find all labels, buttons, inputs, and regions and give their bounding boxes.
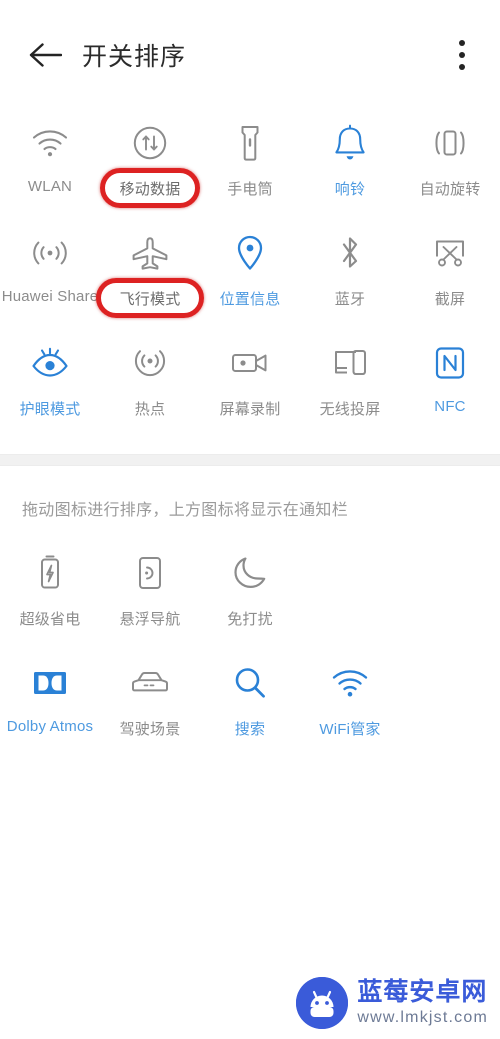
tile-label: 护眼模式: [19, 401, 81, 418]
bell-icon: [333, 120, 367, 166]
tile-mobile-data[interactable]: 移动数据: [100, 110, 200, 220]
tile-label: WiFi管家: [319, 721, 381, 738]
tile-eye-comfort[interactable]: 护眼模式: [0, 330, 100, 440]
tile-driving-mode[interactable]: 驾驶场景: [100, 650, 200, 760]
screen-record-icon: [230, 340, 270, 386]
active-toggles-grid: WLAN 移动数据 手电筒 响铃 自动旋转 Huawei Share 飞行模式 …: [0, 110, 500, 440]
floating-nav-icon: [136, 550, 164, 596]
tile-label: 响铃: [334, 181, 366, 198]
watermark-url: www.lmkjst.com: [357, 1009, 488, 1026]
tile-nfc[interactable]: NFC: [400, 330, 500, 440]
tile-label: 免打扰: [227, 611, 273, 628]
tile-auto-rotate[interactable]: 自动旋转: [400, 110, 500, 220]
quick-settings-reorder-screen: 开关排序 WLAN 移动数据 手电筒 响铃 自动旋转 Huawei Share …: [0, 0, 500, 1039]
section-separator: [0, 440, 500, 466]
back-arrow-icon: [28, 42, 62, 68]
driving-mode-car-icon: [129, 660, 171, 706]
tile-screen-record[interactable]: 屏幕录制: [200, 330, 300, 440]
more-vertical-icon-dot-1: [459, 40, 465, 46]
do-not-disturb-moon-icon: [233, 550, 267, 596]
available-toggles-grid: 超级省电 悬浮导航 免打扰 Dolby Atmos 驾驶场景 搜索 WiFi管家: [0, 526, 500, 760]
tile-bluetooth[interactable]: 蓝牙: [300, 220, 400, 330]
more-vertical-icon-dot-2: [459, 52, 465, 58]
flashlight-icon: [238, 120, 262, 166]
tile-wireless-cast[interactable]: 无线投屏: [300, 330, 400, 440]
tile-label: 位置信息: [219, 291, 281, 308]
tile-label: WLAN: [27, 178, 73, 195]
tile-label: 屏幕录制: [219, 401, 281, 418]
tile-label: 移动数据: [119, 181, 181, 198]
wifi-manager-icon: [331, 660, 369, 706]
tile-label: 飞行模式: [119, 291, 181, 308]
tile-label: NFC: [434, 398, 466, 415]
tile-label: 搜索: [234, 721, 266, 738]
tile-label: 无线投屏: [319, 401, 381, 418]
tile-label: Dolby Atmos: [6, 718, 94, 735]
bluetooth-icon: [337, 230, 363, 276]
tile-dolby-atmos[interactable]: Dolby Atmos: [0, 650, 100, 760]
tile-flashlight[interactable]: 手电筒: [200, 110, 300, 220]
tile-ring[interactable]: 响铃: [300, 110, 400, 220]
mobile-data-icon: [132, 120, 168, 166]
tile-airplane-mode[interactable]: 飞行模式: [96, 220, 204, 330]
tile-empty-5a: [400, 650, 500, 760]
dolby-atmos-icon: [29, 660, 71, 706]
back-button[interactable]: [22, 32, 68, 78]
app-header: 开关排序: [0, 0, 500, 110]
site-watermark: 蓝莓安卓网 www.lmkjst.com: [296, 977, 488, 1029]
tile-empty-4a: [300, 540, 400, 650]
overflow-menu-button[interactable]: [440, 32, 484, 78]
tile-search[interactable]: 搜索: [200, 650, 300, 760]
tile-label: 热点: [134, 401, 166, 418]
reorder-hint-text: 拖动图标进行排序，上方图标将显示在通知栏: [22, 502, 349, 519]
tile-label: 悬浮导航: [119, 611, 181, 628]
wireless-cast-icon: [331, 340, 369, 386]
tile-ultra-power-saving[interactable]: 超级省电: [0, 540, 100, 650]
auto-rotate-icon: [431, 120, 469, 166]
tile-wlan[interactable]: WLAN: [0, 110, 100, 220]
tile-screenshot[interactable]: 截屏: [400, 220, 500, 330]
watermark-title: 蓝莓安卓网: [357, 978, 488, 1006]
search-icon: [232, 660, 268, 706]
tile-wifi-manager[interactable]: WiFi管家: [300, 650, 400, 760]
watermark-text: 蓝莓安卓网 www.lmkjst.com: [357, 980, 488, 1026]
tile-label: 驾驶场景: [119, 721, 181, 738]
tile-empty-4b: [400, 540, 500, 650]
location-pin-icon: [235, 230, 265, 276]
page-title: 开关排序: [82, 43, 187, 71]
huawei-share-icon: [31, 230, 69, 276]
tile-label: Huawei Share: [1, 288, 99, 305]
tile-label: 蓝牙: [334, 291, 366, 308]
more-vertical-icon-dot-3: [459, 64, 465, 70]
tile-huawei-share[interactable]: Huawei Share: [0, 220, 100, 330]
airplane-icon: [130, 230, 170, 276]
tile-label: 手电筒: [227, 181, 273, 198]
wifi-icon: [31, 120, 69, 166]
tile-hotspot[interactable]: 热点: [100, 330, 200, 440]
android-robot-logo: [296, 977, 349, 1029]
tile-do-not-disturb[interactable]: 免打扰: [200, 540, 300, 650]
tile-label: 截屏: [434, 291, 466, 308]
nfc-icon: [434, 340, 466, 386]
screenshot-scissors-icon: [431, 230, 469, 276]
separator-band: [0, 455, 500, 465]
eye-comfort-icon: [30, 340, 70, 386]
tile-location[interactable]: 位置信息: [200, 220, 300, 330]
tile-label: 自动旋转: [419, 181, 481, 198]
tile-label: 超级省电: [19, 611, 81, 628]
tile-floating-nav[interactable]: 悬浮导航: [100, 540, 200, 650]
battery-saver-icon: [37, 550, 63, 596]
hotspot-icon: [132, 340, 168, 386]
